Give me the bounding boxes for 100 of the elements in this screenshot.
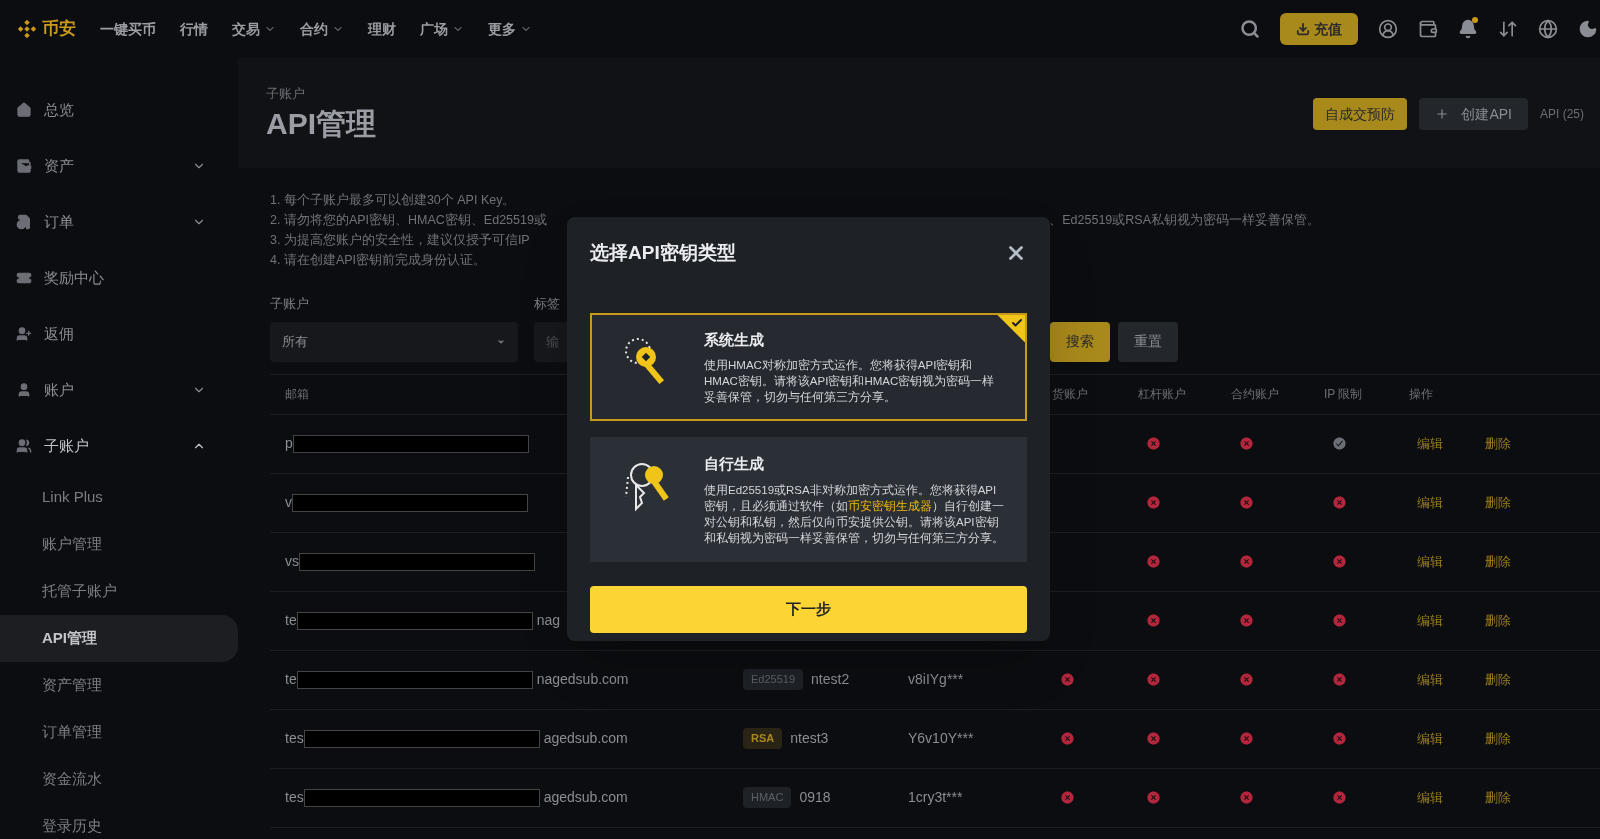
email-text: te bbox=[285, 670, 297, 689]
user-icon[interactable] bbox=[1378, 19, 1398, 39]
note-text: 2. 请勿将您的API密钥、HMAC密钥、Ed25519或 bbox=[270, 212, 547, 229]
column-header: 操作 bbox=[1409, 386, 1434, 403]
wallet-icon bbox=[16, 158, 32, 174]
edit-link[interactable]: 编辑 bbox=[1417, 669, 1443, 690]
filter-label: 标签 bbox=[534, 295, 561, 313]
sidebar-item[interactable]: 奖励中心 bbox=[0, 250, 238, 306]
nav-link[interactable]: 更多 bbox=[488, 18, 532, 40]
email-text: te bbox=[285, 611, 297, 630]
sidebar-subitem[interactable]: 资金流水 bbox=[0, 756, 238, 803]
delete-link[interactable]: 删除 bbox=[1485, 669, 1511, 690]
column-header: 货账户 bbox=[1052, 386, 1089, 403]
dialog-title: 选择API密钥类型 bbox=[590, 241, 736, 265]
sidebar-item[interactable]: 总览 bbox=[0, 82, 238, 138]
note-text: 4. 请在创建API密钥前完成身份认证。 bbox=[270, 252, 487, 269]
delete-link[interactable]: 删除 bbox=[1485, 610, 1511, 631]
filter-label: 子账户 bbox=[270, 295, 310, 313]
wallet-icon[interactable] bbox=[1418, 19, 1438, 39]
delete-link[interactable]: 删除 bbox=[1485, 787, 1511, 808]
edit-link[interactable]: 编辑 bbox=[1417, 492, 1443, 513]
next-step-button[interactable]: 下一步 bbox=[590, 585, 1027, 633]
logo-text[interactable]: 币安 bbox=[42, 16, 76, 42]
api-key-text: Y6v10Y*** bbox=[908, 730, 974, 746]
sidebar-subitem[interactable]: 账户管理 bbox=[0, 521, 238, 568]
delete-link[interactable]: 删除 bbox=[1485, 433, 1511, 454]
ticket-icon bbox=[16, 270, 32, 286]
column-header: IP 限制 bbox=[1324, 386, 1364, 403]
api-key-text: v8iIYg*** bbox=[908, 671, 964, 687]
nav-link[interactable]: 行情 bbox=[180, 18, 208, 40]
email-text: tes bbox=[285, 729, 304, 748]
api-key-text: 1cry3t*** bbox=[908, 789, 963, 805]
users-icon bbox=[16, 438, 32, 454]
create-api-button[interactable]: 创建API bbox=[1419, 98, 1528, 130]
user-plus-icon bbox=[16, 326, 32, 342]
note-text: 3. 为提高您账户的安全性，建议仅授予可信IP bbox=[270, 232, 530, 249]
nav-link[interactable]: 理财 bbox=[368, 18, 396, 40]
column-header: 合约账户 bbox=[1231, 386, 1280, 403]
sidebar-item[interactable]: 资产 bbox=[0, 138, 238, 194]
edit-link[interactable]: 编辑 bbox=[1417, 610, 1443, 631]
edit-link[interactable]: 编辑 bbox=[1417, 551, 1443, 572]
email-text: agedsub.com bbox=[543, 729, 628, 748]
breadcrumb[interactable]: 子账户 bbox=[266, 84, 376, 104]
bell-icon[interactable] bbox=[1458, 19, 1478, 39]
deposit-button[interactable]: 充值 bbox=[1280, 13, 1358, 45]
sidebar-subitem[interactable]: 登录历史 bbox=[0, 803, 238, 839]
key-type-badge: HMAC bbox=[743, 787, 792, 808]
sidebar-item[interactable]: 返佣 bbox=[0, 306, 238, 362]
nav-link[interactable]: 一键买币 bbox=[100, 18, 156, 40]
delete-link[interactable]: 删除 bbox=[1485, 492, 1511, 513]
key-type-option[interactable]: 自行生成 使用Ed25519或RSA非对称加密方式运作。您将获得API密钥，且必须通过软件（如币安密钥生成器）自行创建一对公钥和私钥，然后仅向币安提供公钥。请将该API密钥和私钥视为密码一样妥善保管，切勿与任何第三方分享。 bbox=[590, 437, 1027, 562]
reset-button[interactable]: 重置 bbox=[1118, 321, 1178, 362]
sidebar-subitem[interactable]: Link Plus bbox=[0, 474, 238, 521]
key-type-badge: RSA bbox=[743, 728, 783, 749]
edit-link[interactable]: 编辑 bbox=[1417, 787, 1443, 808]
transfer-icon[interactable] bbox=[1498, 19, 1518, 39]
plus-icon bbox=[1435, 107, 1450, 121]
email-text: p bbox=[285, 434, 293, 453]
key-type-badge: Ed25519 bbox=[743, 669, 804, 690]
option-description: 使用HMAC对称加密方式运作。您将获得API密钥和HMAC密钥。请将该API密钥和HMAC密钥视为密码一样妥善保管，切勿与任何第三方分享。 bbox=[704, 358, 996, 405]
logo-icon bbox=[16, 18, 38, 40]
edit-link[interactable]: 编辑 bbox=[1417, 728, 1443, 749]
moon-icon[interactable] bbox=[1578, 19, 1598, 39]
key-type-option[interactable]: 系统生成 使用HMAC对称加密方式运作。您将获得API密钥和HMAC密钥。请将该API密钥和HMAC密钥视为密码一样妥善保管，切勿与任何第三方分享。 bbox=[590, 312, 1027, 421]
sidebar-subitem[interactable]: 托管子账户 bbox=[0, 568, 238, 615]
column-header: 邮箱 bbox=[285, 387, 309, 401]
api-count: API (25) bbox=[1540, 106, 1584, 123]
nav-link[interactable]: 交易 bbox=[232, 18, 276, 40]
nav-link[interactable]: 广场 bbox=[420, 18, 464, 40]
home-icon bbox=[16, 102, 32, 118]
email-text: agedsub.com bbox=[543, 788, 628, 807]
email-text: vs bbox=[285, 552, 299, 571]
email-text: nagedsub.com bbox=[536, 670, 629, 689]
key-generator-link[interactable]: 币安密钥生成器 bbox=[848, 499, 932, 512]
email-text: nag bbox=[536, 611, 561, 630]
tag-text: 0918 bbox=[799, 788, 831, 807]
sidebar-item[interactable]: 订单 bbox=[0, 194, 238, 250]
nav-link[interactable]: 合约 bbox=[300, 18, 344, 40]
search-icon[interactable] bbox=[1240, 19, 1260, 39]
user-icon bbox=[16, 382, 32, 398]
sidebar-item[interactable]: 子账户 bbox=[0, 418, 238, 474]
email-text: tes bbox=[285, 788, 304, 807]
column-header: 杠杆账户 bbox=[1138, 386, 1187, 403]
delete-link[interactable]: 删除 bbox=[1485, 728, 1511, 749]
download-icon bbox=[1296, 22, 1310, 36]
email-text: v bbox=[285, 493, 292, 512]
edit-link[interactable]: 编辑 bbox=[1417, 433, 1443, 454]
delete-link[interactable]: 删除 bbox=[1485, 551, 1511, 572]
check-icon bbox=[1011, 316, 1023, 329]
sidebar-subitem[interactable]: 订单管理 bbox=[0, 709, 238, 756]
tag-text: ntest2 bbox=[811, 670, 850, 689]
sidebar-subitem[interactable]: API管理 bbox=[0, 615, 238, 662]
search-button[interactable]: 搜索 bbox=[1050, 321, 1110, 362]
globe-icon[interactable] bbox=[1538, 19, 1558, 39]
account-select[interactable]: 所有 bbox=[270, 321, 518, 362]
sidebar-item[interactable]: 账户 bbox=[0, 362, 238, 418]
tag-text: ntest3 bbox=[790, 729, 829, 748]
self-trade-prevention-button[interactable]: 自成交预防 bbox=[1313, 98, 1408, 130]
option-title: 系统生成 bbox=[704, 329, 765, 350]
sidebar-subitem[interactable]: 资产管理 bbox=[0, 662, 238, 709]
